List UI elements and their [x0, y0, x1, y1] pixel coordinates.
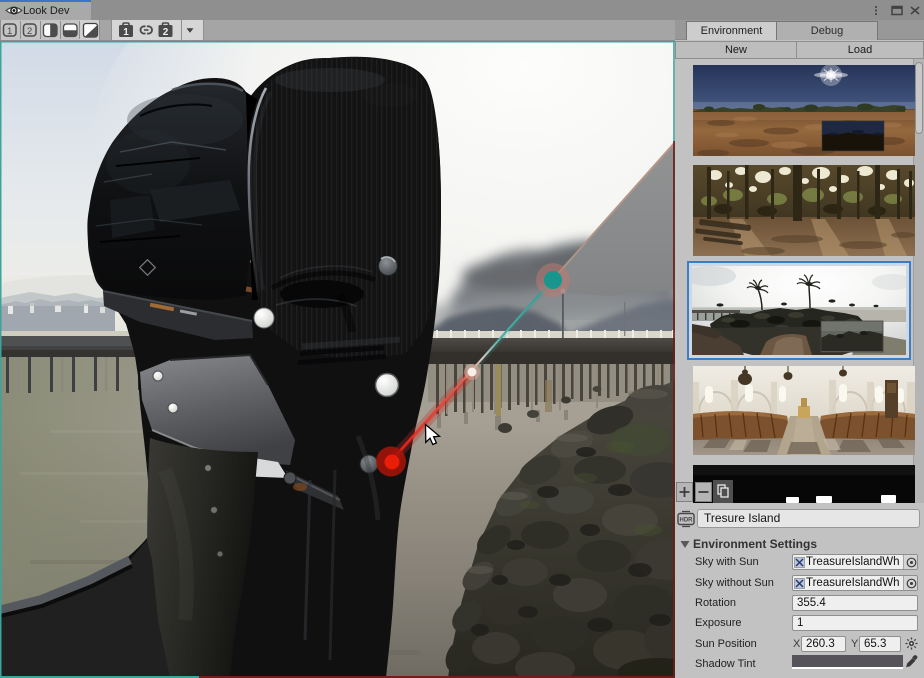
svg-text:2: 2	[27, 26, 32, 37]
svg-text:2: 2	[163, 27, 169, 38]
svg-text:1: 1	[123, 27, 129, 38]
svg-text:HDR: HDR	[680, 518, 694, 524]
svg-text:1: 1	[7, 26, 12, 37]
